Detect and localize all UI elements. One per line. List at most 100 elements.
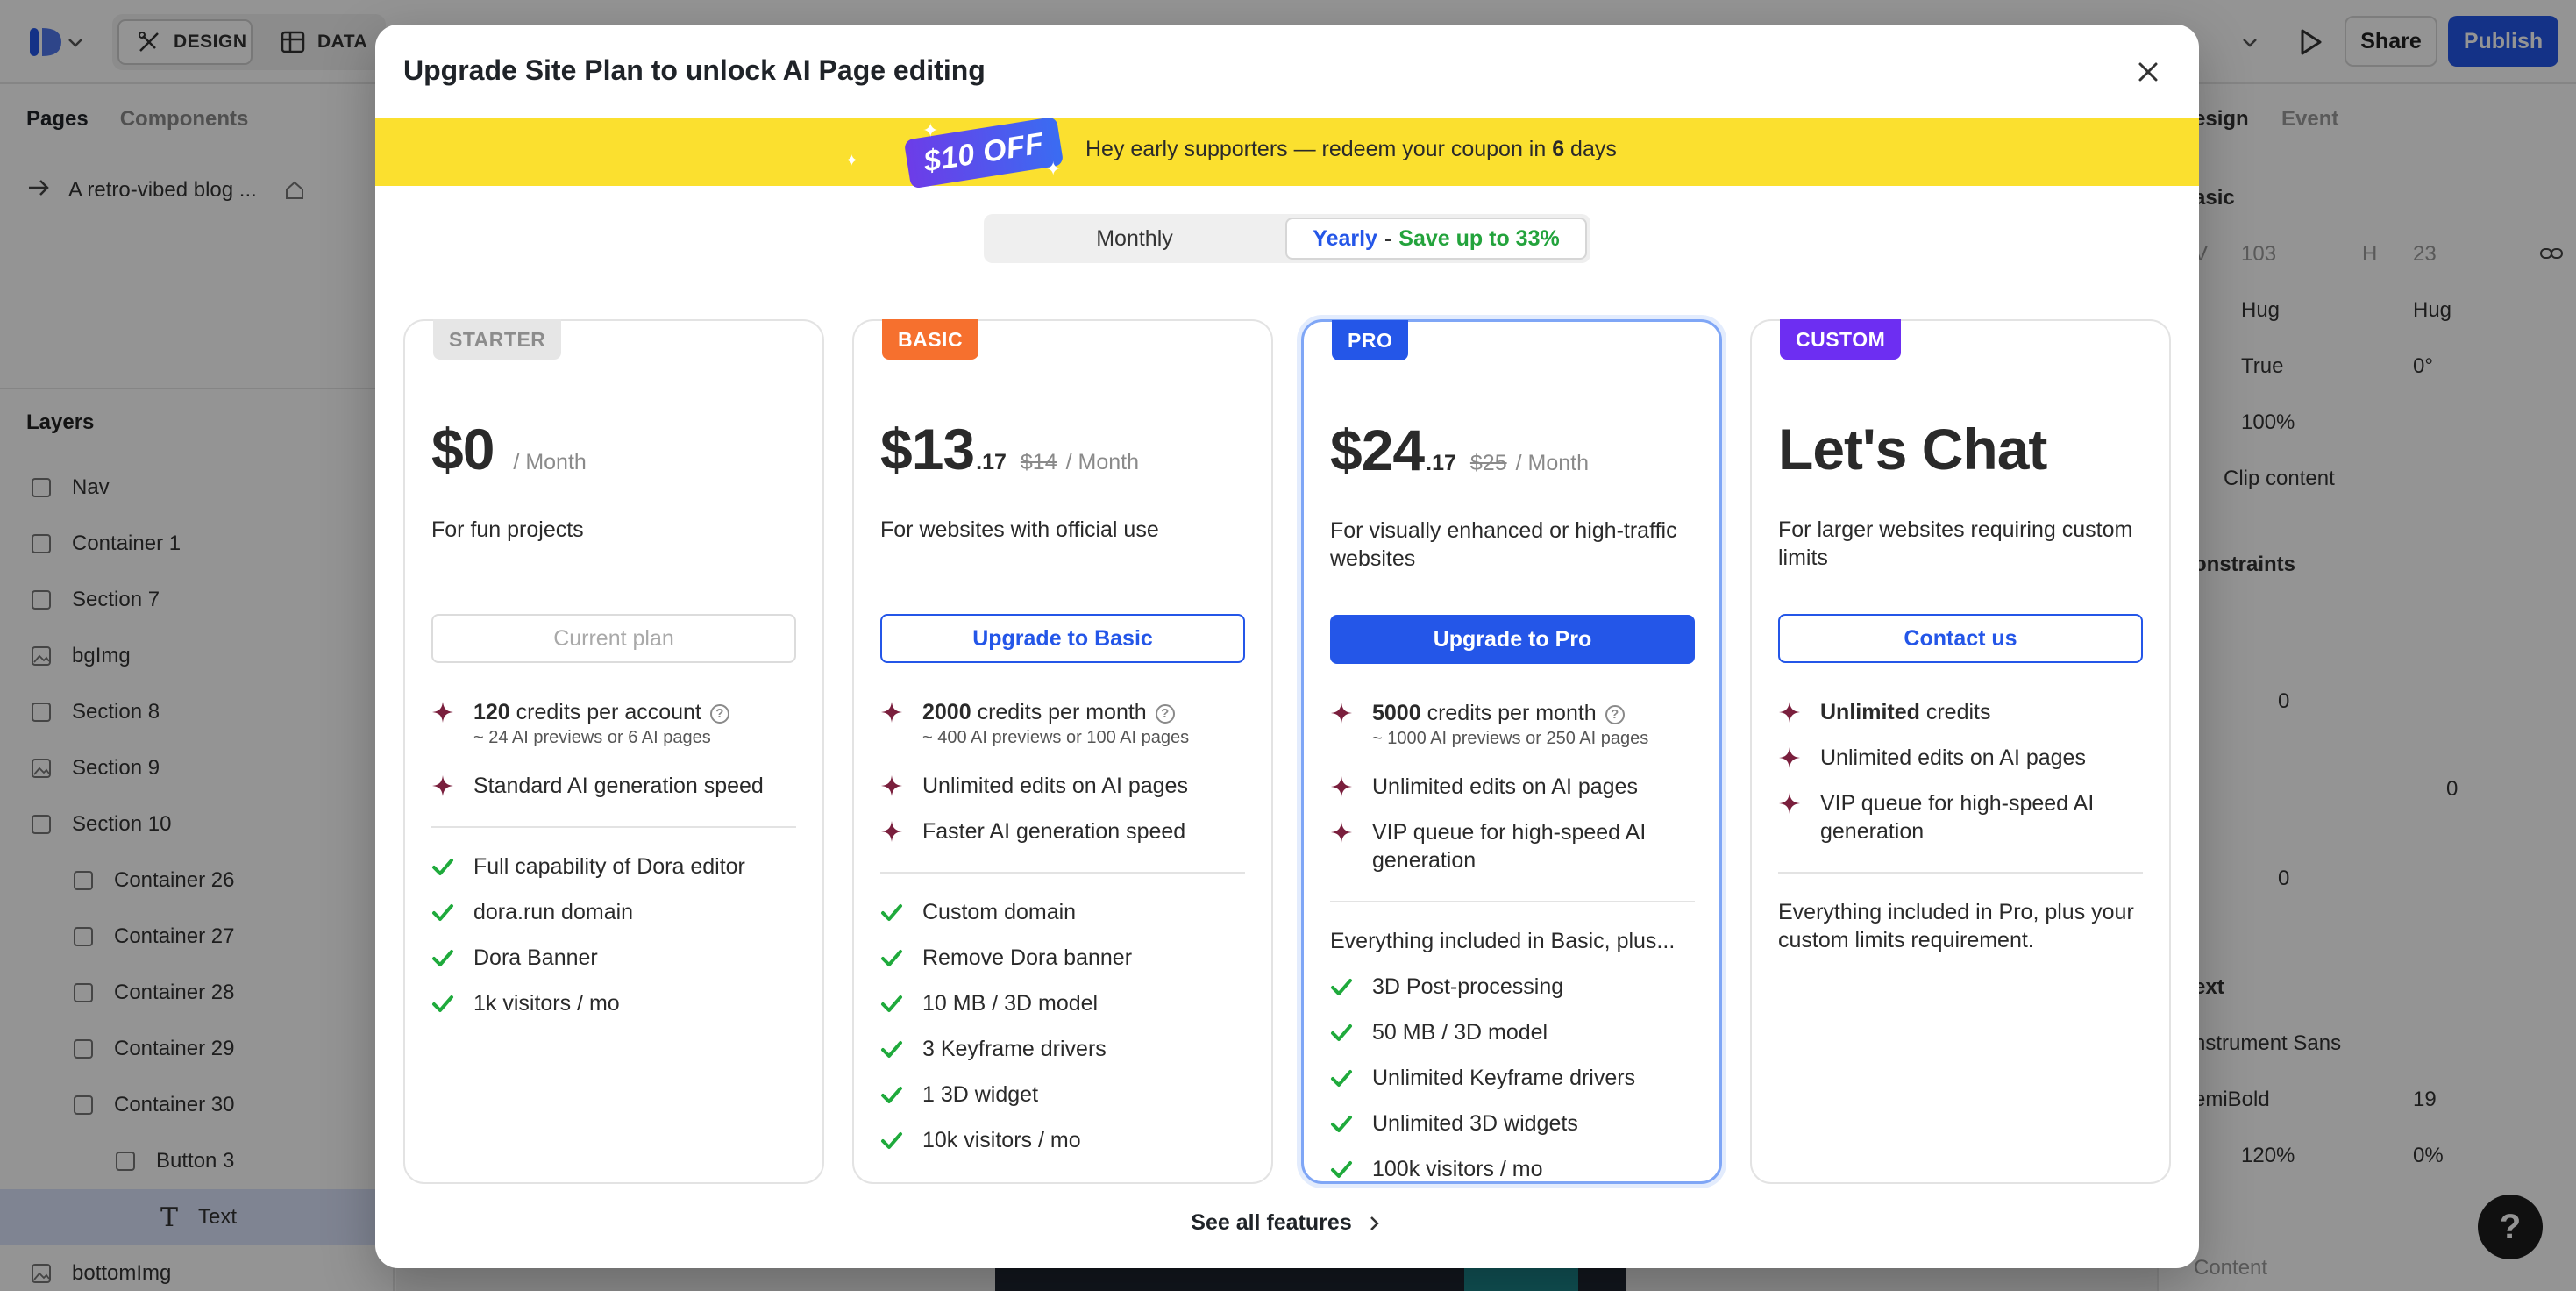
feature-item: Unlimited Keyframe drivers xyxy=(1330,1064,1707,1092)
feature-text: 120 credits per account? ~ 24 AI previews… xyxy=(473,698,729,749)
feature-text: 50 MB / 3D model xyxy=(1372,1020,1548,1045)
check-icon xyxy=(1330,1158,1353,1180)
promo-text: Hey early supporters — redeem your coupo… xyxy=(1085,137,1617,162)
feature-text: Unlimited 3D widgets xyxy=(1372,1111,1578,1136)
feature-label: credits per account xyxy=(509,700,701,724)
check-icon xyxy=(431,992,454,1015)
billing-yearly-option[interactable]: Yearly - Save up to 33% xyxy=(1285,218,1587,260)
check-icon xyxy=(880,1038,903,1060)
check-icon xyxy=(880,946,903,969)
price-amount: $0 xyxy=(431,417,495,481)
ai-feature-item: Unlimited edits on AI pages xyxy=(880,772,1257,800)
feature-label: Unlimited edits on AI pages xyxy=(1372,774,1638,799)
feature-text: 2000 credits per month? ~ 400 AI previews… xyxy=(922,698,1189,749)
plan-price: $0 / Month xyxy=(431,416,587,482)
feature-text: Dora Banner xyxy=(473,945,598,970)
feature-highlight: 5000 xyxy=(1372,701,1421,725)
feature-label: Unlimited edits on AI pages xyxy=(1820,745,2086,770)
price-amount: $24 xyxy=(1330,417,1425,482)
see-all-features-link[interactable]: See all features xyxy=(375,1210,2199,1236)
feature-item: Full capability of Dora editor xyxy=(431,852,808,881)
help-circle-icon[interactable]: ? xyxy=(1605,705,1625,724)
promo-banner: ✦ $10 OFF ✦ ✦ Hey early supporters — red… xyxy=(375,116,2199,189)
price-amount: $13 xyxy=(880,417,975,481)
feature-item: 3D Post-processing xyxy=(1330,973,1707,1001)
feature-text: Full capability of Dora editor xyxy=(473,854,745,879)
chevron-right-icon xyxy=(1364,1214,1384,1233)
billing-monthly-option[interactable]: Monthly xyxy=(984,214,1285,263)
feature-item: 10k visitors / mo xyxy=(880,1126,1257,1154)
feature-label: credits per month xyxy=(1420,701,1597,725)
check-icon xyxy=(880,1083,903,1106)
check-icon xyxy=(1330,1021,1353,1044)
modal-title: Upgrade Site Plan to unlock AI Page edit… xyxy=(403,54,986,86)
plan-price: Let's Chat xyxy=(1778,417,2047,481)
feature-item: 3 Keyframe drivers xyxy=(880,1035,1257,1063)
feature-text: Remove Dora banner xyxy=(922,945,1133,970)
help-circle-icon[interactable]: ? xyxy=(1155,704,1175,724)
promo-text-after: days xyxy=(1564,137,1617,161)
feature-subtext: ~ 24 AI previews or 6 AI pages xyxy=(473,728,711,747)
price-period: / Month xyxy=(1515,451,1589,475)
plan-card-starter: STARTER $0 / Month For fun projects Curr… xyxy=(403,319,824,1184)
upgrade-pro-button[interactable]: Upgrade to Pro xyxy=(1330,615,1695,664)
feature-highlight: 2000 xyxy=(922,700,971,724)
feature-text: 1 3D widget xyxy=(922,1082,1039,1107)
feature-text: Unlimited Keyframe drivers xyxy=(1372,1066,1636,1090)
sparkle-icon xyxy=(1778,792,1801,815)
feature-text: Unlimited edits on AI pages xyxy=(922,772,1188,800)
plan-price: $24 .17 $25 / Month xyxy=(1330,417,1589,483)
feature-text: 100k visitors / mo xyxy=(1372,1157,1543,1181)
current-plan-button: Current plan xyxy=(431,614,796,663)
yearly-separator: - xyxy=(1384,225,1392,251)
yearly-label: Yearly xyxy=(1313,225,1377,251)
upgrade-basic-button[interactable]: Upgrade to Basic xyxy=(880,614,1245,663)
feature-text: Custom domain xyxy=(922,900,1077,924)
billing-toggle: Monthly Yearly - Save up to 33% xyxy=(984,214,1590,263)
ai-feature-item: Unlimited edits on AI pages xyxy=(1778,744,2155,772)
plan-description: For websites with official use xyxy=(880,517,1159,542)
yearly-save-label: Save up to 33% xyxy=(1398,225,1560,251)
feature-subtext: ~ 1000 AI previews or 250 AI pages xyxy=(1372,729,1649,748)
ai-feature-item: Unlimited credits xyxy=(1778,698,2155,726)
feature-label: credits per month xyxy=(971,700,1147,724)
plan-card-custom: CUSTOM Let's Chat For larger websites re… xyxy=(1750,319,2171,1184)
ai-feature-item: Faster AI generation speed xyxy=(880,817,1257,845)
check-icon xyxy=(1330,1112,1353,1135)
sparkle-icon xyxy=(880,701,903,724)
feature-item: Remove Dora banner xyxy=(880,944,1257,972)
check-icon xyxy=(1330,1066,1353,1089)
sparkle-icon: ✦ xyxy=(845,152,859,169)
plan-badge: BASIC xyxy=(882,319,979,360)
check-icon xyxy=(431,855,454,878)
price-original: $14 xyxy=(1020,450,1057,474)
feature-label: Standard AI generation speed xyxy=(473,774,764,798)
feature-text: Standard AI generation speed xyxy=(473,772,764,800)
feature-text: 10 MB / 3D model xyxy=(922,991,1099,1016)
ai-feature-item: Unlimited edits on AI pages xyxy=(1330,773,1707,801)
feature-text: Unlimited edits on AI pages xyxy=(1820,744,2086,772)
feature-highlight: Unlimited xyxy=(1820,700,1920,724)
feature-text: 1k visitors / mo xyxy=(473,991,620,1016)
help-circle-icon[interactable]: ? xyxy=(709,704,729,724)
feature-item: dora.run domain xyxy=(431,898,808,926)
close-icon[interactable] xyxy=(2132,56,2164,88)
divider xyxy=(431,826,796,828)
divider xyxy=(880,872,1245,874)
sparkle-icon xyxy=(880,774,903,797)
feature-text: dora.run domain xyxy=(473,900,634,924)
sparkle-icon xyxy=(1330,821,1353,844)
contact-us-button[interactable]: Contact us xyxy=(1778,614,2143,663)
ai-feature-item: Standard AI generation speed xyxy=(431,772,808,800)
feature-text: VIP queue for high-speed AI generation xyxy=(1372,818,1707,874)
feature-label: Faster AI generation speed xyxy=(922,819,1186,844)
price-cents: .17 xyxy=(1426,451,1456,475)
sparkle-icon xyxy=(431,774,454,797)
feature-item: Dora Banner xyxy=(431,944,808,972)
includes-note: Everything included in Basic, plus... xyxy=(1330,929,1676,953)
coupon-tag: $10 OFF ✦ ✦ xyxy=(901,116,1064,189)
price-cents: .17 xyxy=(976,450,1007,474)
plan-badge: CUSTOM xyxy=(1780,319,1902,360)
divider xyxy=(1778,872,2143,874)
sparkle-icon xyxy=(431,701,454,724)
